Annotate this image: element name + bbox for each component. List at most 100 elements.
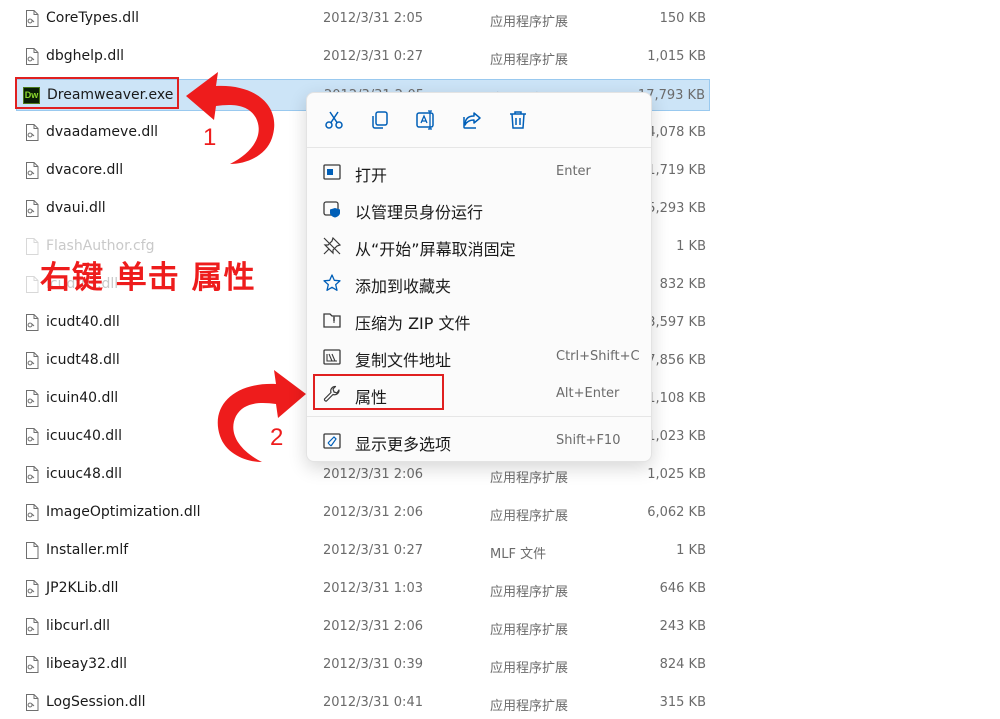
menu-item-label: 打开 (355, 166, 388, 185)
context-menu-toolbar (307, 93, 651, 147)
menu-item-compress-zip[interactable]: 压缩为 ZIP 文件 (313, 303, 645, 337)
file-row[interactable]: ImageOptimization.dll 2012/3/31 2:06 应用程… (16, 497, 710, 529)
file-date: 2012/3/31 0:27 (323, 543, 423, 558)
open-app-icon (323, 163, 341, 181)
share-icon[interactable] (461, 109, 483, 131)
file-name: dvacore.dll (46, 162, 124, 178)
zip-folder-icon (323, 311, 341, 329)
file-row[interactable]: Installer.mlf 2012/3/31 0:27 MLF 文件 1 KB (16, 535, 710, 567)
step-number-2: 2 (270, 424, 284, 451)
dll-file-icon (25, 124, 39, 141)
menu-item-shortcut: Enter (556, 164, 591, 179)
file-name: CoreTypes.dll (46, 10, 139, 26)
copy-path-icon (323, 348, 341, 366)
file-size: 1 KB (676, 239, 706, 254)
file-name: ImageOptimization.dll (46, 504, 201, 520)
file-size: 1,025 KB (647, 467, 706, 482)
file-size: 7,856 KB (647, 353, 706, 368)
menu-item-run-as-admin[interactable]: 以管理员身份运行 (313, 192, 645, 226)
file-size: 824 KB (659, 657, 706, 672)
file-date: 2012/3/31 2:06 (323, 619, 423, 634)
menu-item-label: 显示更多选项 (355, 435, 452, 454)
file-row[interactable]: libcurl.dll 2012/3/31 2:06 应用程序扩展 243 KB (16, 611, 710, 643)
dll-file-icon (25, 656, 39, 673)
menu-item-label: 以管理员身份运行 (355, 203, 484, 222)
file-name: icuuc48.dll (46, 466, 122, 482)
file-date: 2012/3/31 1:03 (323, 581, 423, 596)
file-name: dvaui.dll (46, 200, 106, 216)
dll-file-icon (25, 618, 39, 635)
file-row[interactable]: icuuc48.dll 2012/3/31 2:06 应用程序扩展 1,025 … (16, 459, 710, 491)
cut-icon[interactable] (323, 109, 345, 131)
menu-item-shortcut: Shift+F10 (556, 433, 621, 448)
file-date: 2012/3/31 2:05 (323, 11, 423, 26)
file-name: libcurl.dll (46, 618, 110, 634)
file-type: 应用程序扩展 (490, 699, 569, 714)
instruction-annotation: 右键 单击 属性 (40, 260, 256, 296)
file-type: 应用程序扩展 (490, 623, 569, 638)
file-date: 2012/3/31 2:06 (323, 467, 423, 482)
file-size: 832 KB (659, 277, 706, 292)
menu-item-label: 添加到收藏夹 (355, 277, 452, 296)
file-type: 应用程序扩展 (490, 53, 569, 68)
file-row[interactable]: LogSession.dll 2012/3/31 0:41 应用程序扩展 315… (16, 687, 710, 719)
file-size: 1,015 KB (647, 49, 706, 64)
dll-file-icon (25, 200, 39, 217)
file-size: 150 KB (659, 11, 706, 26)
menu-item-label: 压缩为 ZIP 文件 (355, 314, 471, 333)
file-row[interactable]: JP2KLib.dll 2012/3/31 1:03 应用程序扩展 646 KB (16, 573, 710, 605)
arrow-annotation-2 (217, 370, 306, 462)
menu-item-unpin[interactable]: 从“开始”屏幕取消固定 (313, 229, 645, 263)
cfg-file-icon (25, 238, 39, 255)
dll-file-icon (25, 390, 39, 407)
dll-file-icon (25, 10, 39, 27)
dll-file-icon (25, 352, 39, 369)
dll-file-icon (25, 580, 39, 597)
dll-file-icon (25, 694, 39, 711)
file-name: libeay32.dll (46, 656, 128, 672)
step-number-1: 1 (203, 124, 217, 151)
file-date: 2012/3/31 0:39 (323, 657, 423, 672)
menu-item-shortcut: Ctrl+Shift+C (556, 349, 640, 364)
dll-file-icon (25, 48, 39, 65)
file-type: 应用程序扩展 (490, 661, 569, 676)
menu-item-show-more-options[interactable]: 显示更多选项 Shift+F10 (313, 424, 645, 458)
more-options-icon (323, 432, 341, 450)
file-icon (25, 542, 39, 559)
dll-file-icon (25, 276, 39, 293)
menu-divider (307, 147, 651, 148)
file-type: 应用程序扩展 (490, 15, 569, 30)
menu-item-shortcut: Alt+Enter (556, 386, 620, 401)
file-row[interactable]: libeay32.dll 2012/3/31 0:39 应用程序扩展 824 K… (16, 649, 710, 681)
file-type: 应用程序扩展 (490, 509, 569, 524)
arrow-annotation-1 (186, 72, 275, 164)
menu-item-label: 从“开始”屏幕取消固定 (355, 240, 516, 259)
file-name: icudt48.dll (46, 352, 120, 368)
properties-highlight (313, 374, 444, 410)
rename-icon[interactable] (415, 109, 437, 131)
file-name: icuuc40.dll (46, 428, 122, 444)
file-size: 6,062 KB (647, 505, 706, 520)
menu-item-add-favorites[interactable]: 添加到收藏夹 (313, 266, 645, 300)
dll-file-icon (25, 314, 39, 331)
file-size: 1,108 KB (647, 391, 706, 406)
star-icon (323, 274, 341, 292)
file-name: Installer.mlf (46, 542, 129, 558)
file-name: icuin40.dll (46, 390, 119, 406)
dll-file-icon (25, 466, 39, 483)
file-name: icudt40.dll (46, 314, 120, 330)
shield-admin-icon (323, 200, 341, 218)
file-size: 315 KB (659, 695, 706, 710)
copy-icon[interactable] (369, 109, 391, 131)
menu-divider (307, 416, 651, 417)
file-name: dvaadameve.dll (46, 124, 159, 140)
unpin-icon (323, 236, 342, 255)
file-row[interactable]: dbghelp.dll 2012/3/31 0:27 应用程序扩展 1,015 … (16, 41, 710, 73)
menu-item-copy-path[interactable]: 复制文件地址 Ctrl+Shift+C (313, 340, 645, 374)
delete-icon[interactable] (507, 109, 529, 131)
file-name: dbghelp.dll (46, 48, 125, 64)
file-row[interactable]: CoreTypes.dll 2012/3/31 2:05 应用程序扩展 150 … (16, 3, 710, 35)
menu-item-open[interactable]: 打开 Enter (313, 155, 645, 189)
file-type: 应用程序扩展 (490, 585, 569, 600)
file-size: 4,078 KB (647, 125, 706, 140)
